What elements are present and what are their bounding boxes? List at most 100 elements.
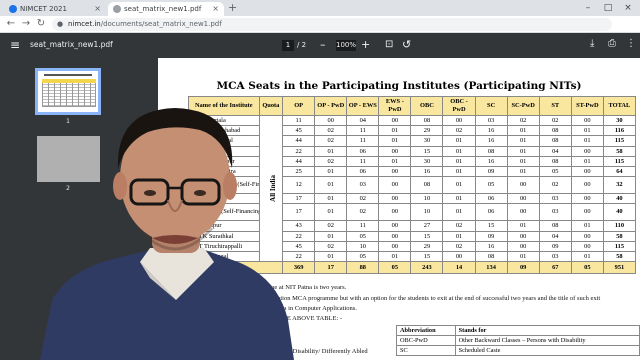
seat-count-cell: 00	[378, 203, 412, 222]
site-favicon-icon	[9, 5, 17, 13]
seat-count-cell: 01	[442, 145, 476, 157]
page-number-input[interactable]: 1	[282, 40, 294, 51]
seat-count-cell: 02	[346, 193, 380, 205]
seat-count-cell: 05	[346, 230, 380, 242]
new-tab-button[interactable]: +	[228, 1, 237, 15]
zoom-level-input[interactable]: 100%	[336, 40, 356, 51]
seat-count-cell: 01	[506, 135, 540, 147]
total-label-cell	[187, 261, 284, 275]
thumbnail-title-line	[44, 74, 92, 76]
zoom-in-button[interactable]: +	[361, 38, 370, 51]
seat-count-cell: 08	[474, 250, 508, 263]
institute-name-cell: NIT Calicut	[188, 145, 260, 157]
seat-count-cell: 01	[442, 230, 476, 242]
seat-count-cell: 03	[538, 250, 572, 263]
seat-count-cell: 29	[410, 125, 444, 137]
table-header-cell: Stands for	[454, 325, 640, 336]
seat-count-cell: 22	[282, 250, 316, 263]
table-cell: Scheduled Caste	[454, 345, 640, 356]
maximize-button[interactable]: □	[598, 0, 618, 16]
seat-count-cell: 01	[378, 155, 412, 167]
column-total-cell: 09	[506, 261, 540, 275]
forward-button[interactable]: →	[19, 17, 33, 31]
row-total-cell: 30	[602, 114, 637, 127]
seat-count-cell: 09	[538, 240, 572, 252]
seat-count-cell: 22	[282, 145, 316, 157]
seat-count-cell: 06	[474, 193, 508, 205]
seat-count-cell: 00	[570, 145, 604, 157]
note-line: year duration MCA programme but with an …	[256, 295, 601, 302]
table-row: NIT Tiruchirappalli 45 02 10 00 29 02 16 00 09 00 1…	[188, 240, 637, 252]
seat-count-cell: 10	[410, 203, 444, 222]
print-icon[interactable]: ⎙	[608, 38, 616, 49]
row-total-cell: 58	[602, 250, 637, 263]
thumbnail-sidebar: 1 2	[0, 58, 160, 360]
seat-count-cell: 08	[410, 176, 444, 195]
table-header-cell: EWS - PwD	[378, 96, 412, 116]
seat-count-cell: 00	[378, 114, 412, 127]
seat-count-cell: 08	[410, 114, 444, 127]
column-total-cell: 88	[346, 261, 380, 275]
seat-count-cell: 08	[474, 145, 508, 157]
table-row: OBC-PwD Other Backward Classes – Persons…	[396, 335, 640, 346]
url-field[interactable]: ● nimcet.in/documents/seat_matrix_new1.p…	[52, 18, 612, 31]
column-total-cell: 67	[538, 261, 572, 275]
seat-count-cell: 11	[346, 220, 380, 232]
page-thumbnail-2[interactable]	[37, 136, 100, 182]
row-total-cell: 116	[602, 125, 637, 137]
seat-count-cell: 02	[346, 203, 380, 222]
close-window-button[interactable]: ×	[618, 0, 638, 16]
seat-count-cell: 00	[570, 176, 604, 195]
seat-count-cell: 04	[538, 145, 572, 157]
page-thumbnail-1[interactable]	[35, 68, 101, 115]
quota-label: All India	[268, 175, 277, 202]
seat-count-cell: 01	[442, 193, 476, 205]
reload-button[interactable]: ↻	[34, 17, 48, 31]
table-header-cell: OP	[282, 96, 316, 116]
rotate-icon[interactable]: ↺	[402, 38, 411, 51]
seat-count-cell: 01	[506, 250, 540, 263]
seat-count-cell: 08	[538, 135, 572, 147]
table-cell: OBC-PwD	[396, 335, 456, 346]
seat-count-cell: 01	[442, 155, 476, 167]
more-options-icon[interactable]: ⋮	[626, 38, 636, 49]
row-total-cell: 64	[602, 165, 637, 178]
tab-nimcet[interactable]: NIMCET 2021 ×	[4, 2, 106, 16]
institute-name-cell: MANIT Bhopal	[188, 135, 260, 147]
seat-count-cell: 30	[410, 155, 444, 167]
minimize-button[interactable]: –	[578, 0, 598, 16]
seat-count-cell: 02	[442, 125, 476, 137]
tab-pdf[interactable]: seat_matrix_new1.pdf ×	[108, 2, 224, 16]
table-cell: SC	[396, 345, 456, 356]
thumbnail-label: 1	[66, 118, 70, 125]
tab-strip: NIMCET 2021 × seat_matrix_new1.pdf × + –…	[0, 0, 640, 16]
table-header-cell: ST	[538, 96, 572, 116]
zoom-out-button[interactable]: –	[320, 38, 326, 51]
back-button[interactable]: ←	[4, 17, 18, 31]
tab-close-icon[interactable]: ×	[94, 2, 101, 16]
fit-page-icon[interactable]: ⊡	[385, 39, 393, 50]
seat-count-cell: 01	[442, 176, 476, 195]
seat-count-cell: 44	[282, 135, 316, 147]
seat-count-cell: 00	[570, 230, 604, 242]
institute-name-cell: NIT Kurukshetra	[188, 165, 260, 178]
seat-count-cell: 16	[474, 125, 508, 137]
seat-count-cell: 06	[474, 203, 508, 222]
seat-count-cell: 09	[474, 165, 508, 178]
seat-count-cell: 11	[346, 125, 380, 137]
seat-count-cell: 00	[378, 230, 412, 242]
table-header-cell: OBC - PwD	[442, 96, 476, 116]
download-icon[interactable]: ⤓	[590, 38, 594, 49]
row-total-cell: 115	[602, 135, 637, 147]
globe-icon	[113, 5, 121, 13]
menu-icon[interactable]: ≡	[10, 38, 20, 52]
seat-count-cell: 02	[314, 135, 348, 147]
tab-label: NIMCET 2021	[20, 5, 67, 13]
seat-count-cell: 00	[506, 193, 540, 205]
tab-close-icon[interactable]: ×	[212, 2, 219, 16]
seat-count-cell: 04	[346, 114, 380, 127]
seat-count-cell: 02	[538, 176, 572, 195]
seat-count-cell: 16	[474, 240, 508, 252]
column-total-cell: 14	[442, 261, 476, 275]
institute-name-cell: NIT Tiruchirappalli	[188, 240, 260, 252]
